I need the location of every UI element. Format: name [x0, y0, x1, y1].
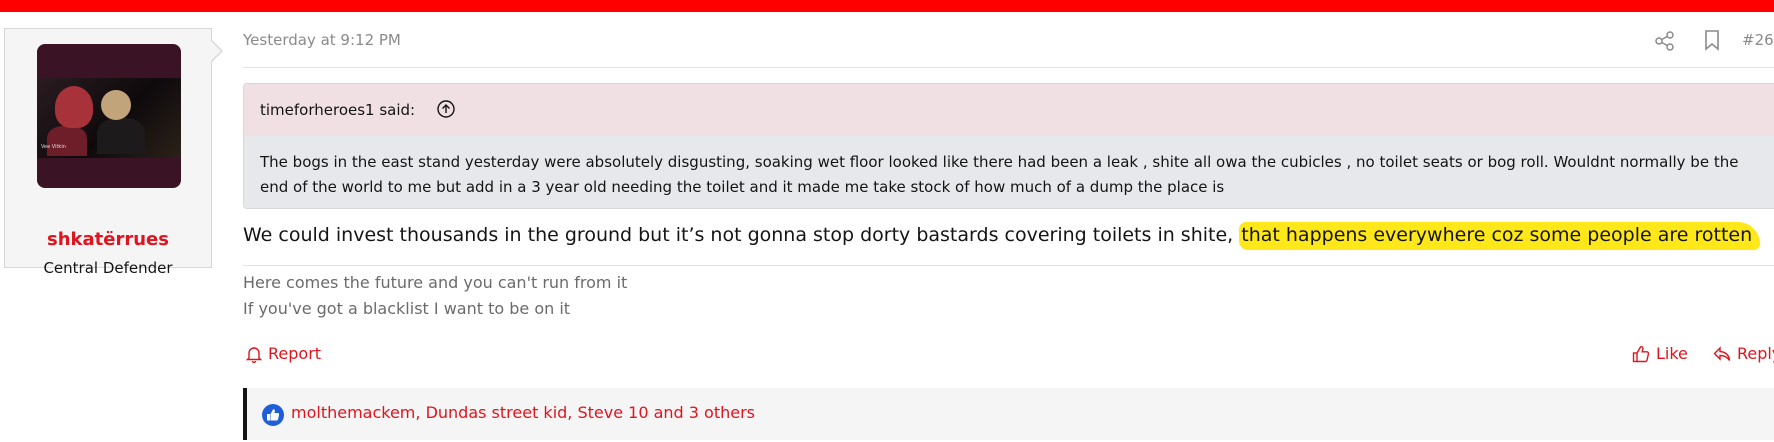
post-date[interactable]: Yesterday at 9:12 PM: [243, 31, 401, 49]
signature-divider: [243, 265, 1774, 266]
user-card: Vee Vitkin shkatërrues Central Defender: [4, 28, 223, 277]
like-label: Like: [1656, 344, 1688, 363]
reply-button[interactable]: Reply: [1713, 344, 1774, 363]
post-text-plain: We could invest thousands in the ground …: [243, 224, 1234, 246]
user-card-arrow-fill: [210, 40, 221, 62]
like-button[interactable]: Like: [1632, 344, 1688, 363]
quote-author[interactable]: timeforheroes1 said:: [260, 101, 415, 119]
like-badge-icon: [262, 404, 284, 426]
avatar-photo: Vee Vitkin: [37, 78, 181, 158]
bell-icon: [245, 346, 263, 363]
post-text: We could invest thousands in the ground …: [243, 222, 1761, 250]
quote-block: timeforheroes1 said: The bogs in the eas…: [243, 83, 1774, 209]
arrow-up-circle-icon[interactable]: [436, 99, 456, 119]
signature-line: Here comes the future and you can't run …: [243, 273, 628, 292]
quote-header: timeforheroes1 said:: [244, 84, 1774, 137]
divider: [243, 67, 1774, 68]
quote-body: The bogs in the east stand yesterday wer…: [244, 136, 1774, 208]
post-text-highlighted: that happens everywhere coz some people …: [1239, 222, 1761, 250]
user-title: Central Defender: [43, 259, 173, 277]
reply-icon: [1713, 345, 1731, 361]
reply-label: Reply: [1737, 344, 1774, 363]
report-button[interactable]: Report: [245, 344, 321, 363]
username[interactable]: shkatërrues: [5, 229, 211, 250]
report-label: Report: [268, 344, 322, 363]
share-icon[interactable]: [1654, 30, 1676, 52]
avatar[interactable]: Vee Vitkin: [37, 44, 181, 188]
signature-line: If you've got a blacklist I want to be o…: [243, 299, 571, 318]
reactions-bar: molthemackem, Dundas street kid, Steve 1…: [243, 388, 1774, 440]
quote-text: The bogs in the east stand yesterday wer…: [260, 153, 1739, 196]
thumbs-up-icon: [1632, 345, 1650, 362]
avatar-caption: Vee Vitkin: [41, 144, 66, 150]
bookmark-icon[interactable]: [1702, 29, 1722, 51]
reaction-users-link[interactable]: molthemackem, Dundas street kid, Steve 1…: [291, 403, 755, 422]
top-accent-bar: [0, 0, 1774, 12]
post-number[interactable]: #26: [1742, 31, 1774, 49]
